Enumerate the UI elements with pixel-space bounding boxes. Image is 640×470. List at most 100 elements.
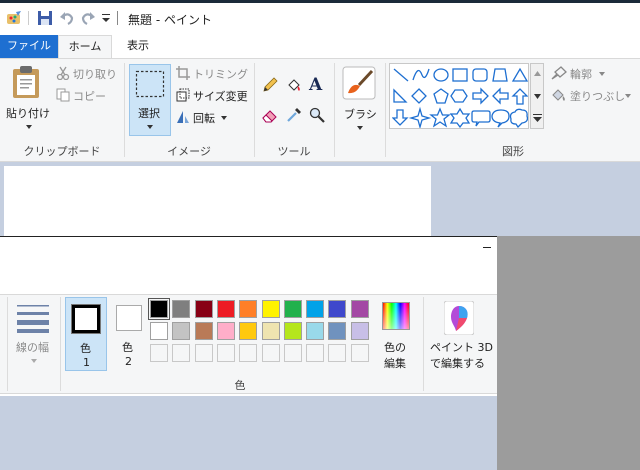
shape-right-triangle: [393, 88, 408, 103]
copy-label: コピー: [73, 90, 106, 103]
size-dropdown-icon: [31, 359, 37, 363]
palette-swatch[interactable]: [239, 300, 257, 318]
paste-button[interactable]: 貼り付け: [4, 63, 52, 133]
redo-icon[interactable]: [80, 10, 96, 26]
pencil-icon[interactable]: [262, 77, 278, 93]
size-button[interactable]: 線の幅: [12, 297, 56, 371]
fill-icon: [551, 88, 567, 102]
ribbon-colors: 線の幅 色 1 色 2 色の 編集 色 ペイント 3D で編集する: [0, 294, 497, 394]
palette-swatch[interactable]: [351, 300, 369, 318]
custom-color-slot[interactable]: [217, 344, 235, 362]
gallery-expand-icon[interactable]: [533, 114, 542, 122]
minimize-icon[interactable]: [483, 247, 491, 248]
shape-rounded-callout: [471, 110, 491, 127]
palette-swatch[interactable]: [217, 322, 235, 340]
palette-swatch[interactable]: [148, 298, 170, 320]
shape-rectangle: [452, 68, 468, 82]
paste-dropdown-icon: [26, 125, 32, 129]
cut-label: 切り取り: [73, 68, 117, 81]
palette-swatch[interactable]: [195, 300, 213, 318]
shape-right-arrow: [472, 87, 489, 105]
image-group-label: イメージ: [167, 145, 211, 158]
group-separator: [7, 297, 8, 391]
qat-customize-icon[interactable]: [101, 12, 111, 24]
save-icon[interactable]: [37, 10, 53, 26]
custom-color-slot[interactable]: [172, 344, 190, 362]
shape-down-arrow: [392, 109, 409, 126]
select-button[interactable]: 選択: [129, 64, 171, 136]
palette-swatch[interactable]: [328, 300, 346, 318]
palette-swatch[interactable]: [284, 322, 302, 340]
edit-colors-label-1: 色の: [384, 341, 406, 354]
eraser-icon[interactable]: [262, 107, 278, 123]
palette-swatch[interactable]: [262, 322, 280, 340]
palette-swatch[interactable]: [306, 300, 324, 318]
shapes-gallery: [389, 63, 529, 129]
fill-dropdown-icon: [625, 94, 631, 98]
color1-swatch: [71, 304, 101, 334]
edit-colors-button[interactable]: 色の 編集: [378, 297, 416, 371]
paint3d-icon: [444, 301, 474, 335]
brushes-label: ブラシ: [344, 108, 377, 121]
resize-button[interactable]: サイズ変更: [176, 87, 250, 105]
custom-color-slot[interactable]: [328, 344, 346, 362]
fill-bucket-icon[interactable]: [286, 77, 302, 93]
outline-button[interactable]: 輪郭: [551, 65, 631, 83]
palette-swatch[interactable]: [172, 300, 190, 318]
shape-diamond: [411, 88, 427, 104]
title-bar: 無題 - ペイント: [0, 3, 640, 33]
edit-with-paint3d-button[interactable]: ペイント 3D で編集する: [428, 297, 494, 371]
custom-color-slot[interactable]: [239, 344, 257, 362]
palette-swatch[interactable]: [217, 300, 235, 318]
palette-swatch[interactable]: [195, 322, 213, 340]
shape-rounded-rectangle: [472, 68, 488, 82]
rotate-button[interactable]: 回転: [176, 109, 250, 127]
drawing-canvas[interactable]: [4, 166, 431, 236]
paste-label: 貼り付け: [6, 107, 50, 120]
paint-app-icon[interactable]: [6, 10, 22, 26]
text-tool-icon[interactable]: A: [309, 75, 322, 95]
cut-button[interactable]: 切り取り: [56, 65, 120, 83]
custom-color-slot[interactable]: [351, 344, 369, 362]
custom-color-slot[interactable]: [284, 344, 302, 362]
magnifier-icon[interactable]: [309, 107, 325, 123]
palette-swatch[interactable]: [351, 322, 369, 340]
brushes-button[interactable]: ブラシ: [338, 64, 382, 136]
color2-button[interactable]: 色 2: [108, 297, 148, 371]
copy-button[interactable]: コピー: [56, 87, 120, 105]
palette-swatch[interactable]: [328, 322, 346, 340]
tab-home[interactable]: ホーム: [58, 35, 112, 58]
gallery-down-icon[interactable]: [534, 94, 541, 99]
window-title: 無題 - ペイント: [128, 13, 212, 27]
palette-swatch[interactable]: [306, 322, 324, 340]
color2-swatch: [116, 305, 142, 331]
shape-up-arrow: [511, 88, 528, 105]
gallery-up-icon[interactable]: [534, 71, 541, 76]
color1-label: 色: [80, 342, 91, 355]
undo-icon[interactable]: [59, 10, 75, 26]
color1-button[interactable]: 色 1: [65, 297, 107, 371]
custom-color-slot[interactable]: [150, 344, 168, 362]
custom-color-slot[interactable]: [195, 344, 213, 362]
color-picker-icon[interactable]: [286, 107, 302, 123]
colors-group-label: 色: [234, 379, 246, 392]
tab-view[interactable]: 表示: [116, 35, 160, 58]
rotate-label: 回転: [193, 112, 215, 125]
palette-swatch[interactable]: [172, 322, 190, 340]
palette-swatch[interactable]: [150, 322, 168, 340]
outline-dropdown-icon: [599, 72, 605, 76]
line-width-icon: [16, 303, 50, 333]
shapes-gallery-scrollbar[interactable]: [530, 63, 544, 129]
fill-button[interactable]: 塗りつぶし: [551, 87, 639, 105]
custom-color-slot[interactable]: [262, 344, 280, 362]
crop-label: トリミング: [193, 68, 248, 81]
crop-button[interactable]: トリミング: [176, 65, 250, 83]
shape-polygon: [492, 68, 508, 82]
palette-swatch[interactable]: [239, 322, 257, 340]
palette-swatch[interactable]: [262, 300, 280, 318]
group-separator: [124, 63, 125, 157]
palette-swatch[interactable]: [284, 300, 302, 318]
shape-left-arrow: [492, 87, 509, 105]
custom-color-slot[interactable]: [306, 344, 324, 362]
tab-file[interactable]: ファイル: [0, 35, 58, 58]
